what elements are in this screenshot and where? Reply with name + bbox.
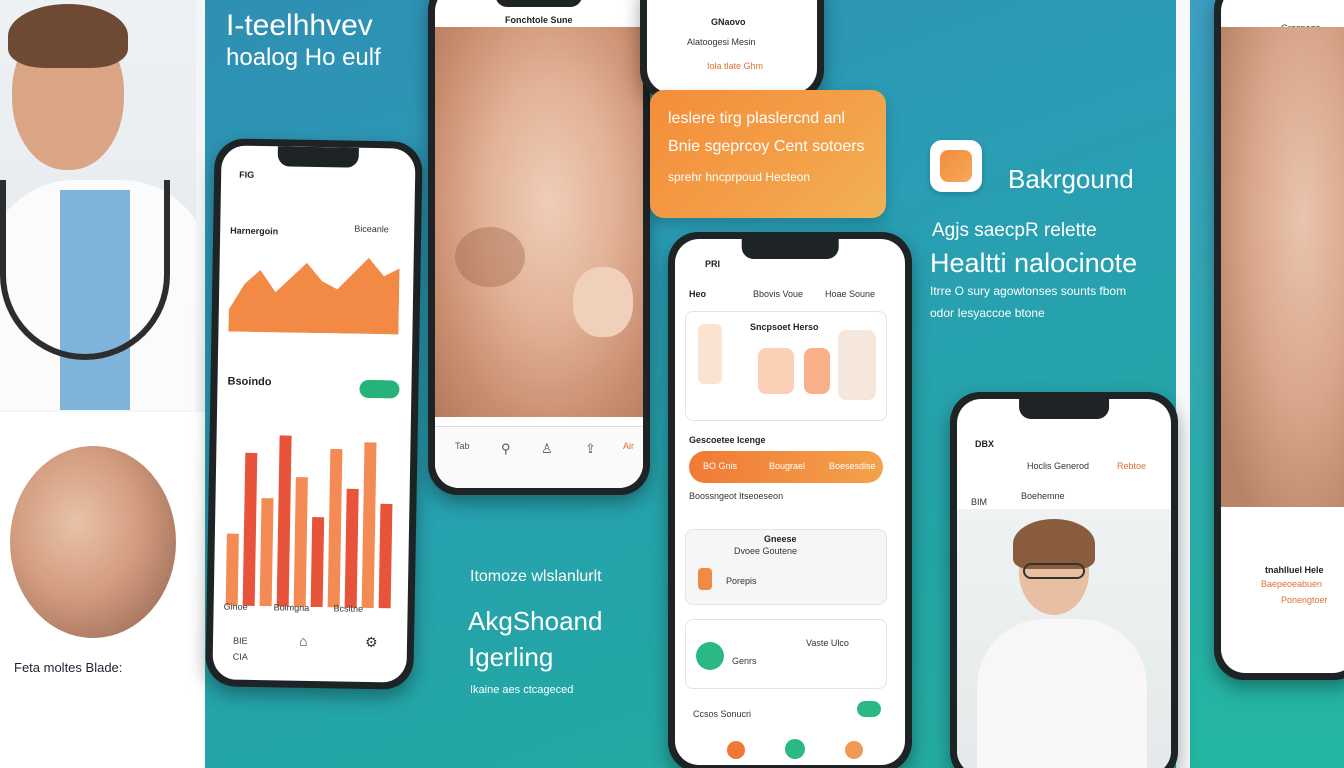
tab-a[interactable]: Tab [455, 441, 470, 451]
settings-icon[interactable]: ⚙ [365, 634, 378, 651]
patient-photo [1221, 27, 1344, 507]
mid-caption: Ikaine aes ctcageced [470, 684, 574, 696]
phone-doctor: DBX Hoclis Generod Rebtoe BIM Boehemne [950, 392, 1178, 768]
profile-icon[interactable] [727, 741, 745, 759]
app-logo-icon [930, 140, 982, 192]
footer-label-a: Ginoe [223, 601, 248, 612]
phone-analytics: FIG Harnergoin Biceanle Bsoindo Ginoe Bo… [205, 138, 423, 690]
patient-portrait [10, 446, 176, 638]
promo-line-2: Bnie sgeprcoy Cent sotoers [668, 138, 865, 155]
consult-icon [696, 642, 724, 670]
bar [378, 503, 393, 609]
share-icon[interactable]: ⇪ [585, 441, 596, 457]
footer-label-b: Boimgna [273, 602, 310, 613]
doctor-photo [957, 509, 1171, 768]
tab-item-a[interactable]: BIE [233, 636, 248, 646]
bar [225, 533, 239, 606]
stethoscope-icon [0, 180, 170, 360]
phone-top: GNaovo Alatoogesi Mesin Iola tlate Ghm [640, 0, 824, 100]
phone-app: PRI Heo Bbovis Voue Hoae Soune Sncpsoet … [668, 232, 912, 768]
phone-photo: Fonchtole Sune Tab ⚲ ♙ ⇪ Air [428, 0, 650, 495]
doctor-hair [8, 4, 128, 68]
right-line-b: Baepeoeabuen [1261, 579, 1323, 589]
bar [293, 477, 308, 607]
bar [242, 452, 258, 606]
nav-mid[interactable]: Bbovis Voue [753, 289, 803, 299]
phone-analytics-screen: FIG Harnergoin Biceanle Bsoindo Ginoe Bo… [212, 145, 416, 683]
phone-photo-screen: Fonchtole Sune Tab ⚲ ♙ ⇪ Air [435, 0, 643, 488]
section-title: Gescoetee Icenge [689, 435, 766, 445]
status-text: PRI [705, 259, 721, 269]
hero-title: I-teelhhvev [226, 9, 373, 42]
right-line-a: tnahlluel Hele [1265, 565, 1324, 575]
home-icon[interactable]: ⌂ [299, 633, 308, 649]
doctor-portrait-card [0, 0, 196, 410]
tab-item-b[interactable]: CIA [233, 652, 248, 662]
footer-label-c: Bcsitne [333, 603, 364, 614]
phone-right: Grespoge tnahlluel Hele Baepeoeabuen Pon… [1214, 0, 1344, 680]
alert-icon[interactable] [845, 741, 863, 759]
doctor-sub: Boehemne [1021, 491, 1065, 501]
toggle[interactable] [857, 701, 881, 717]
feature-title: Sncpsoet Herso [750, 322, 819, 332]
bar [259, 498, 274, 607]
phone-top-screen: GNaovo Alatoogesi Mesin Iola tlate Ghm [647, 0, 817, 93]
status-text: DBX [975, 439, 995, 449]
bar [361, 442, 377, 609]
right-paragraph-1: Itrre O sury agowtonses sounts fbom [930, 284, 1127, 298]
promo-line-3: sprehr hncprpoud Hecteon [668, 170, 811, 184]
brand-name: Bakrgound [1008, 164, 1134, 194]
mid-tagline: Itomoze wlslanlurlt [470, 568, 602, 585]
chart-title: Harnergoin [230, 225, 279, 237]
walk-icon[interactable]: ⚲ [501, 441, 511, 457]
primary-action-bar[interactable]: BO Gnis Bougrael Boesesdise [689, 451, 883, 483]
area-chart [228, 257, 400, 335]
patient-caption: Feta moltes Blade: [14, 660, 123, 675]
bar [327, 448, 343, 608]
photo-header: Fonchtole Sune [505, 15, 573, 25]
top-subtitle: Alatoogesi Mesin [687, 37, 756, 47]
detail-card[interactable]: Gneese Dvoee Goutene Porepis [685, 529, 887, 605]
right-paragraph-2: odor Iesyaccoe btone [930, 306, 1045, 320]
bar [310, 516, 325, 608]
doctor-header: Hoclis Generod [1027, 461, 1090, 471]
nav-right[interactable]: Hoae Soune [825, 289, 875, 299]
feature-card[interactable]: Sncpsoet Herso [685, 311, 887, 421]
hero-subtitle: hoalog Ho eulf [226, 44, 381, 71]
right-heading-2: Healtti nalocinote [930, 248, 1138, 278]
top-line: Iola tlate Ghm [707, 61, 764, 71]
nav-left[interactable]: Heo [689, 289, 706, 299]
bar-chart [225, 435, 393, 609]
phone-app-screen: PRI Heo Bbovis Voue Hoae Soune Sncpsoet … [675, 239, 905, 765]
area-series [228, 257, 400, 335]
consult-card[interactable]: Genrs Vaste Ulco [685, 619, 887, 689]
mid-title-2: Igerling [468, 642, 554, 672]
left-column: Feta moltes Blade: [0, 0, 205, 768]
bar [344, 488, 359, 608]
doctor-tab[interactable]: BIM [971, 497, 987, 507]
status-text: FIG [239, 169, 255, 180]
promo-card[interactable]: leslere tirg plaslercnd anl Bnie sgeprco… [650, 90, 886, 218]
baby-photo [435, 27, 643, 417]
filter-pill[interactable] [359, 379, 400, 399]
doctor-action[interactable]: Rebtoe [1117, 461, 1146, 471]
tab-bar: Tab ⚲ ♙ ⇪ Air [435, 426, 643, 488]
user-icon[interactable]: ♙ [541, 441, 553, 457]
chart-subtitle: Biceanle [354, 223, 389, 235]
phone-right-screen: Grespoge tnahlluel Hele Baepeoeabuen Pon… [1221, 0, 1344, 673]
bottom-line: Ccsos Sonucri [693, 709, 752, 719]
tab-b[interactable]: Air [623, 441, 634, 451]
mid-title-1: AkgShoand [468, 606, 603, 636]
phone-doctor-screen: DBX Hoclis Generod Rebtoe BIM Boehemne [957, 399, 1171, 768]
home-icon[interactable] [785, 739, 805, 759]
section-title: Bsoindo [227, 375, 272, 389]
promo-line-1: leslere tirg plaslercnd anl [668, 110, 845, 127]
info-line: Boossngeot Itseoeseon [689, 491, 784, 501]
right-heading-1: Agjs saecpR relette [932, 220, 1097, 241]
right-line-c: Ponengtoer [1281, 595, 1328, 605]
top-title: GNaovo [711, 17, 746, 27]
bar [276, 435, 292, 607]
